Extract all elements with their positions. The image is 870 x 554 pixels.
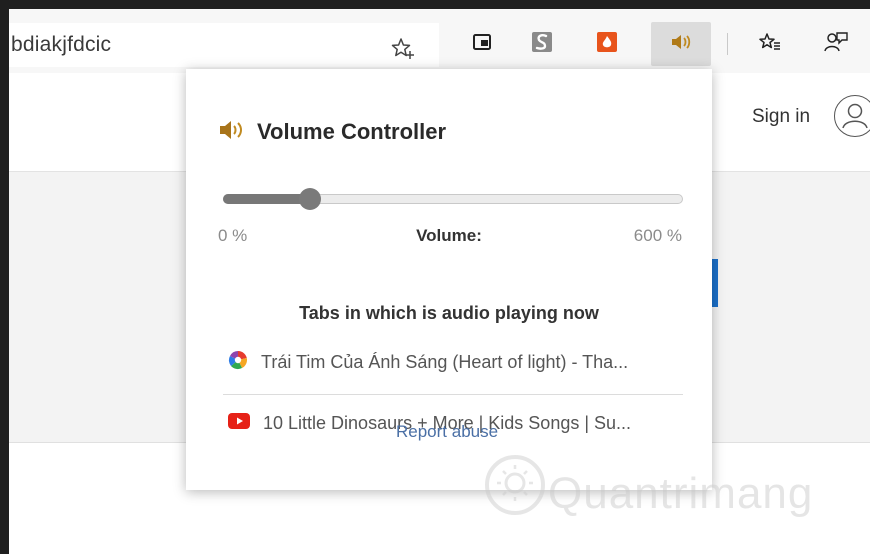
avatar[interactable] — [834, 95, 870, 137]
watermark-logo-icon — [485, 455, 545, 515]
report-abuse-link[interactable]: Report abuse — [396, 422, 498, 442]
audio-tab-title: Trái Tim Của Ánh Sáng (Heart of light) -… — [261, 352, 629, 372]
audio-tabs-heading: Tabs in which is audio playing now — [299, 303, 599, 323]
volume-slider-fill — [223, 194, 311, 204]
toolbar-divider — [727, 33, 728, 55]
speaker-icon — [671, 34, 691, 55]
window-frame-top — [0, 0, 870, 9]
feedback-icon — [824, 31, 848, 58]
user-icon — [842, 103, 868, 129]
extension-fire-icon — [596, 31, 618, 58]
volume-slider-thumb[interactable] — [299, 188, 322, 210]
tab-divider — [223, 394, 683, 395]
picture-in-picture-icon — [473, 33, 491, 55]
address-text[interactable]: bdiakjfdcic — [11, 33, 111, 57]
favorites-button[interactable] — [750, 22, 790, 66]
speaker-icon — [219, 120, 245, 145]
volume-controller-button[interactable] — [651, 22, 711, 66]
address-bar[interactable]: bdiakjfdcic — [9, 23, 439, 67]
extension-s-button[interactable] — [522, 22, 562, 66]
popup-header: Volume Controller — [219, 119, 446, 145]
colorful-pinwheel-icon — [228, 350, 248, 375]
extension-fire-button[interactable] — [587, 22, 627, 66]
watermark: Quantrimang — [480, 447, 830, 537]
volume-max-label: 600 % — [633, 226, 682, 245]
picture-in-picture-button[interactable] — [462, 22, 502, 66]
sign-in-link[interactable]: Sign in — [752, 106, 810, 128]
star-add-icon[interactable] — [390, 36, 416, 62]
window-frame-left — [0, 0, 9, 554]
audio-tab-item[interactable]: Trái Tim Của Ánh Sáng (Heart of light) -… — [228, 350, 628, 375]
youtube-icon — [228, 413, 250, 434]
browser-toolbar: bdiakjfdcic — [9, 9, 870, 73]
page-accent-bar — [711, 259, 718, 307]
extension-s-icon — [531, 31, 553, 58]
feedback-button[interactable] — [816, 22, 856, 66]
popup-title: Volume Controller — [257, 119, 447, 144]
favorites-icon — [759, 32, 781, 57]
watermark-text: Quantrimang — [548, 469, 814, 518]
